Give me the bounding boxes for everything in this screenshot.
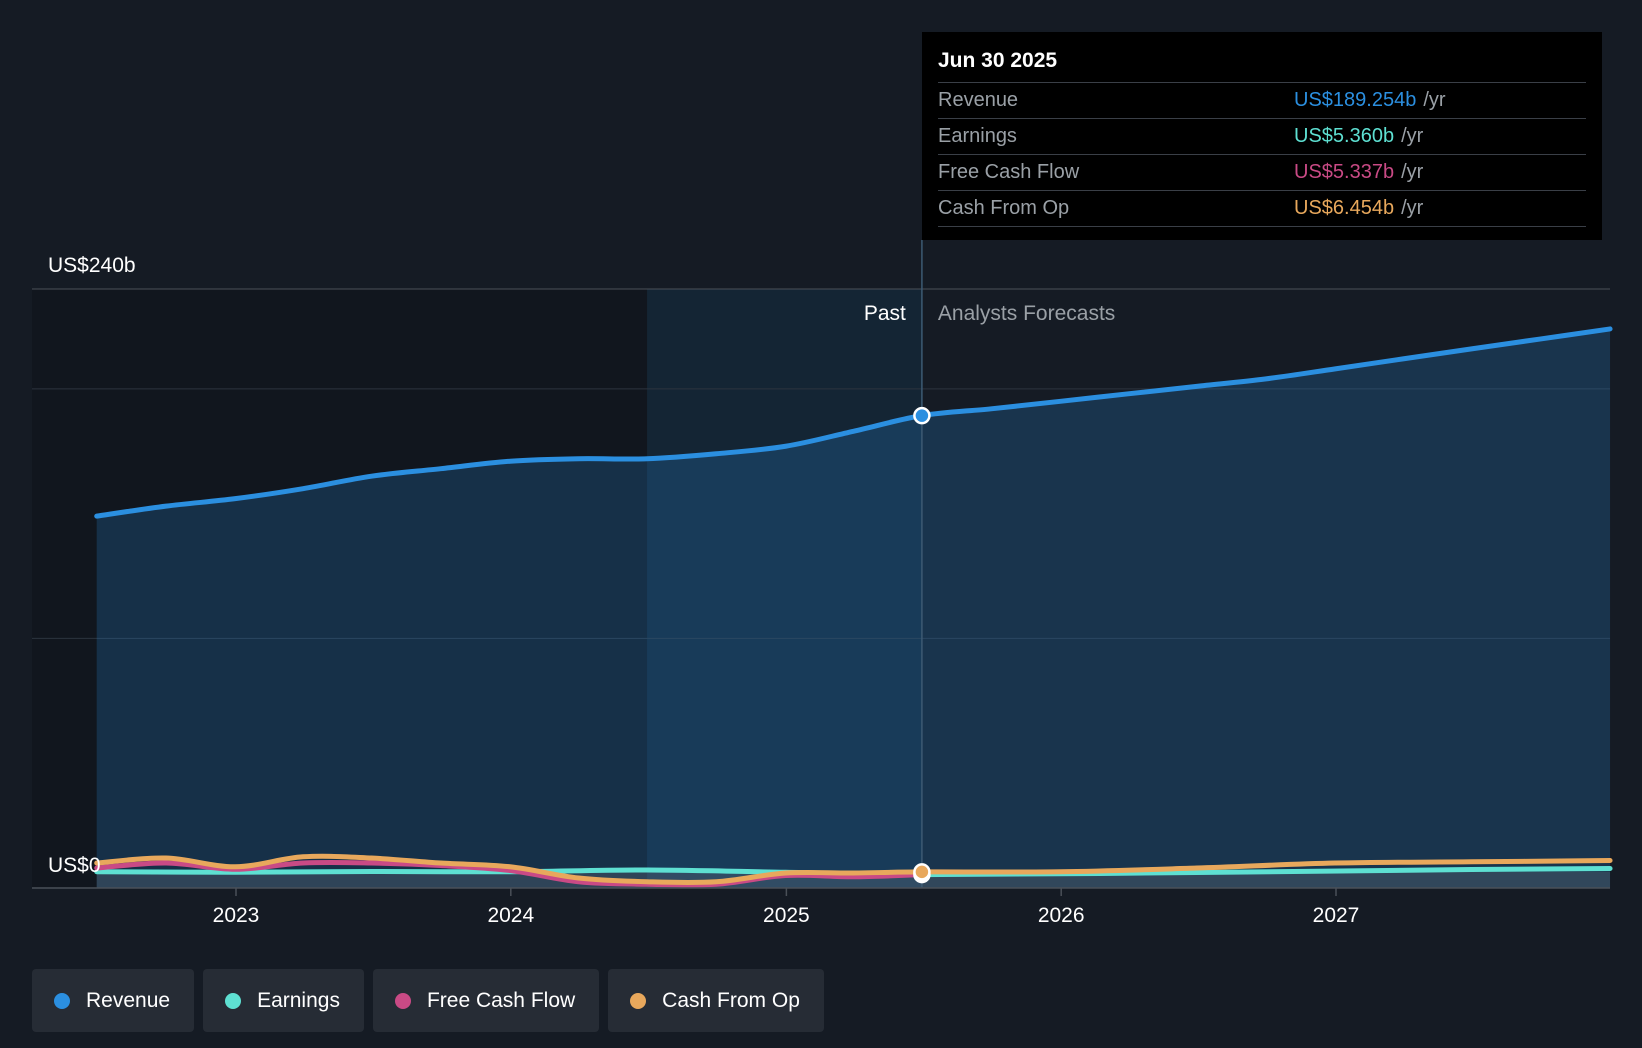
forecast-label: Analysts Forecasts [938, 302, 1115, 325]
legend-label: Earnings [257, 988, 340, 1012]
tooltip-label: Earnings [938, 125, 1017, 147]
legend-dot-icon [54, 992, 70, 1009]
past-label: Past [864, 302, 906, 325]
tooltip-unit: /yr [1423, 89, 1446, 111]
legend-label: Cash From Op [662, 988, 800, 1012]
legend-item-free-cash-flow[interactable]: Free Cash Flow [372, 969, 600, 1032]
x-tick-label: 2026 [1038, 904, 1085, 927]
tooltip-value: US$5.337b [1294, 161, 1395, 183]
tooltip-label: Free Cash Flow [938, 161, 1080, 183]
tooltip-label: Revenue [938, 89, 1019, 111]
legend-dot-icon [630, 992, 647, 1009]
y-axis-label-top: US$240b [48, 254, 136, 277]
x-tick-label: 2027 [1313, 904, 1360, 927]
legend-dot-icon [225, 992, 242, 1009]
legend-label: Revenue [86, 988, 171, 1012]
x-tick-label: 2024 [487, 904, 534, 927]
y-axis-label-bottom: US$0 [48, 854, 101, 877]
tooltip-value: US$6.454b [1294, 197, 1395, 219]
cash-from-op-marker [913, 863, 931, 881]
tooltip-date: Jun 30 2025 [938, 46, 1586, 83]
x-tick-label: 2023 [213, 904, 260, 927]
tooltip-label: Cash From Op [938, 197, 1070, 219]
legend: Revenue Earnings Free Cash Flow Cash Fro… [32, 969, 824, 1032]
x-tick-label: 2025 [763, 904, 810, 927]
data-tooltip: Jun 30 2025 Revenue US$189.254b /yr Earn… [922, 32, 1602, 240]
tooltip-unit: /yr [1401, 197, 1424, 219]
tooltip-unit: /yr [1401, 125, 1424, 147]
tooltip-row-free-cash-flow: Free Cash Flow US$5.337b /yr [938, 155, 1586, 191]
tooltip-row-cash-from-op: Cash From Op US$6.454b /yr [938, 191, 1586, 227]
legend-label: Free Cash Flow [426, 988, 576, 1012]
legend-dot-icon [394, 992, 411, 1009]
legend-item-earnings[interactable]: Earnings [203, 969, 364, 1032]
tooltip-row-earnings: Earnings US$5.360b /yr [938, 119, 1586, 155]
tooltip-row-revenue: Revenue US$189.254b /yr [938, 83, 1586, 119]
revenue-marker [913, 406, 931, 425]
legend-item-cash-from-op[interactable]: Cash From Op [608, 969, 824, 1032]
legend-item-revenue[interactable]: Revenue [32, 969, 195, 1032]
tooltip-value: US$189.254b [1294, 89, 1417, 111]
tooltip-unit: /yr [1401, 161, 1424, 183]
tooltip-value: US$5.360b [1294, 125, 1395, 147]
